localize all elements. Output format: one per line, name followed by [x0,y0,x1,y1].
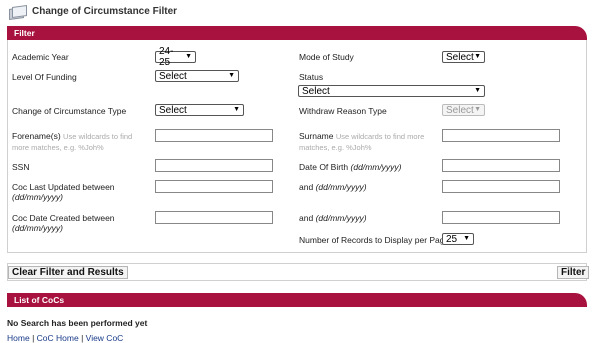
status-label: Status [299,72,324,82]
coc-type-value: Select [159,104,187,116]
surname-label-group: Surname Use wildcards to find more match… [299,131,435,153]
clear-filter-button[interactable]: Clear Filter and Results [8,266,128,279]
coc-date-created-and-label: and [299,213,314,223]
status-value: Select [302,85,330,97]
coc-home-link[interactable]: CoC Home [37,333,79,343]
coc-last-updated-and-label: and [299,182,314,192]
list-section-bar: List of CoCs [7,293,587,307]
dob-label-group: Date Of Birth (dd/mm/yyyy) [299,162,402,172]
filter-section-bar: Filter [7,26,587,40]
withdraw-reason-select: Select ▼ [442,104,485,116]
records-per-page-label: Number of Records to Display per Page [299,235,450,245]
coc-type-label: Change of Circumstance Type [12,106,127,116]
level-of-funding-value: Select [159,70,187,82]
chevron-down-icon: ▼ [474,87,481,94]
mode-of-study-select[interactable]: Select ▼ [442,51,485,63]
coc-type-select[interactable]: Select ▼ [155,104,244,116]
academic-year-value: 24-25 [159,46,174,68]
view-coc-link[interactable]: View CoC [86,333,124,343]
chevron-down-icon: ▼ [233,106,240,113]
level-of-funding-label: Level Of Funding [12,72,77,82]
coc-last-updated-label-group: Coc Last Updated between (dd/mm/yyyy) [12,182,147,202]
level-of-funding-select[interactable]: Select ▼ [155,70,239,82]
page-header: Change of Circumstance Filter [8,3,178,20]
records-per-page-value: 25 [446,233,458,245]
academic-year-select[interactable]: 24-25 ▼ [155,46,196,68]
coc-date-created-label-group: Coc Date Created between (dd/mm/yyyy) [12,213,147,233]
coc-date-created-from-input[interactable] [155,211,273,224]
coc-last-updated-and-label-group: and (dd/mm/yyyy) [299,182,367,192]
mode-of-study-value: Select [446,51,474,63]
coc-date-created-and-format: (dd/mm/yyyy) [315,213,367,223]
page-title: Change of Circumstance Filter [32,5,178,17]
coc-last-updated-format: (dd/mm/yyyy) [12,192,63,202]
link-separator: | [32,333,35,343]
home-link[interactable]: Home [7,333,30,343]
coc-last-updated-to-input[interactable] [442,180,560,193]
ssn-label: SSN [12,162,30,172]
forename-label: Forename(s) [12,131,61,141]
dob-format: (dd/mm/yyyy) [350,162,402,172]
footer-links: Home | CoC Home | View CoC [7,333,123,343]
forename-label-group: Forename(s) Use wildcards to find more m… [12,131,142,153]
academic-year-label: Academic Year [12,52,69,62]
chevron-down-icon: ▼ [474,53,481,60]
surname-input[interactable] [442,129,560,142]
dob-input[interactable] [442,159,560,172]
withdraw-reason-label: Withdraw Reason Type [299,106,387,116]
forename-input[interactable] [155,129,273,142]
document-stack-icon [8,4,27,20]
empty-results-message: No Search has been performed yet [7,318,148,328]
records-per-page-select[interactable]: 25 ▼ [442,233,474,245]
link-separator: | [81,333,84,343]
mode-of-study-label: Mode of Study [299,52,354,62]
ssn-input[interactable] [155,159,273,172]
coc-last-updated-label: Coc Last Updated between [12,182,115,192]
chevron-down-icon: ▼ [463,235,470,242]
coc-date-created-format: (dd/mm/yyyy) [12,223,63,233]
coc-last-updated-and-format: (dd/mm/yyyy) [315,182,367,192]
surname-label: Surname [299,131,334,141]
filter-button[interactable]: Filter [557,266,590,279]
coc-date-created-and-label-group: and (dd/mm/yyyy) [299,213,367,223]
chevron-down-icon: ▼ [228,72,235,79]
coc-date-created-label: Coc Date Created between [12,213,115,223]
status-select[interactable]: Select ▼ [298,85,485,97]
dob-label: Date Of Birth [299,162,349,172]
coc-last-updated-from-input[interactable] [155,180,273,193]
coc-date-created-to-input[interactable] [442,211,560,224]
chevron-down-icon: ▼ [474,106,481,113]
withdraw-reason-value: Select [446,104,474,116]
chevron-down-icon: ▼ [185,53,192,60]
